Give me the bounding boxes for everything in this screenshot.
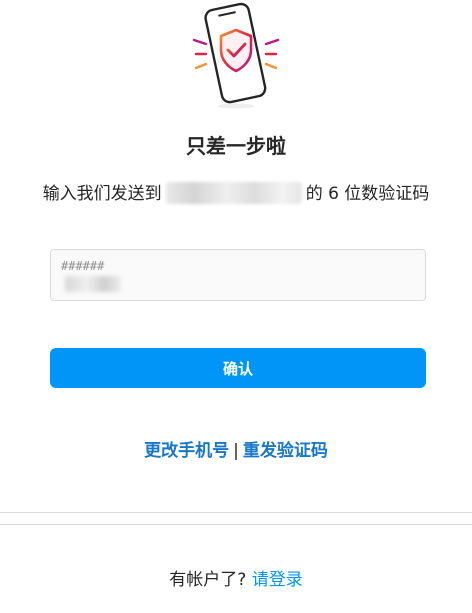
description-suffix: 的 6 位数验证码 (305, 184, 430, 204)
footer-divider (0, 524, 472, 525)
login-link[interactable]: 请登录 (252, 570, 303, 590)
change-phone-link[interactable]: 更改手机号 (144, 441, 229, 461)
link-separator: | (233, 441, 239, 461)
verification-code-input[interactable] (61, 256, 361, 276)
page-title: 只差一步啦 (186, 134, 286, 158)
masked-code-value (65, 276, 121, 292)
footer: 有帐户了? 请登录 (0, 565, 472, 590)
masked-phone-number (165, 182, 302, 204)
description-prefix: 输入我们发送到 (42, 184, 162, 204)
verification-description: 输入我们发送到 的 6 位数验证码 (30, 182, 442, 206)
secondary-actions: 更改手机号 | 重发验证码 (0, 436, 472, 461)
footer-prompt: 有帐户了? (169, 570, 247, 590)
card-divider (0, 512, 472, 513)
verification-card: 只差一步啦 输入我们发送到 的 6 位数验证码 确认 更改手机号|重发验证码 (0, 0, 472, 510)
confirm-button[interactable]: 确认 (50, 348, 426, 388)
resend-code-link[interactable]: 重发验证码 (243, 441, 328, 461)
phone-shield-check-icon (188, 0, 284, 112)
code-field[interactable] (50, 249, 426, 301)
